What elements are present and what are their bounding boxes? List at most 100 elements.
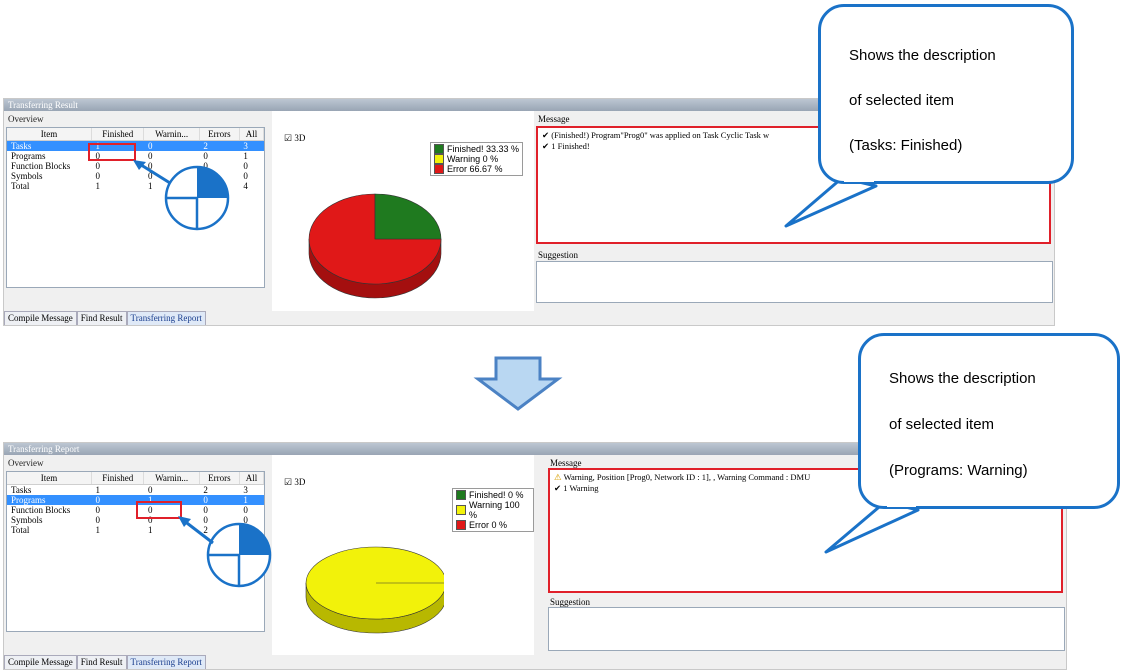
3d-checkbox-label: 3D — [294, 133, 306, 143]
callout-line: Shows the description — [889, 370, 1036, 387]
legend-swatch-warning — [456, 505, 466, 515]
highlight-box — [136, 501, 182, 519]
callout-line: Shows the description — [849, 47, 996, 64]
tab-transferring-report[interactable]: Transferring Report — [126, 311, 206, 325]
cell: 1 — [95, 525, 101, 535]
cell: 2 — [203, 181, 208, 191]
warning-icon: ⚠ — [554, 472, 562, 482]
cell: 3 — [239, 140, 264, 151]
cell: 0 — [147, 161, 153, 171]
overview-label: Overview — [8, 458, 44, 468]
table-row[interactable]: Function Blocks 0 0 0 0 — [7, 161, 264, 171]
overview-label: Overview — [8, 114, 44, 124]
legend-warning: Warning 100 % — [468, 500, 520, 520]
tab-transferring-report[interactable]: Transferring Report — [126, 655, 206, 669]
3d-checkbox[interactable]: ☑ 3D — [284, 133, 305, 144]
col-finished[interactable]: Finished — [91, 128, 145, 141]
col-all[interactable]: All — [239, 472, 265, 485]
col-errors[interactable]: Errors — [199, 128, 240, 141]
cell: 0 — [203, 515, 208, 525]
cell: 0 — [95, 161, 101, 171]
tab-find-result[interactable]: Find Result — [76, 311, 127, 325]
legend-swatch-error — [434, 164, 444, 174]
pie-chart-area: ☑ 3D Finished! 33.33 % Warning 0 % Error… — [272, 111, 534, 311]
3d-checkbox-label: 3D — [294, 477, 306, 487]
cell: Programs — [11, 151, 46, 161]
bottom-tabs: Compile Message Find Result Transferring… — [4, 655, 206, 669]
cell: Symbols — [11, 515, 43, 525]
cell: 0 — [243, 505, 248, 515]
pie-slice-finished — [374, 193, 442, 240]
cell: Total — [11, 181, 30, 191]
cell: Programs — [7, 495, 92, 505]
cell: 2 — [203, 485, 208, 495]
cell: Symbols — [11, 171, 43, 181]
suggestion-box[interactable] — [536, 261, 1053, 303]
callout-top: Shows the description of selected item (… — [818, 4, 1074, 184]
cell: 0 — [203, 161, 208, 171]
col-item[interactable]: Item — [7, 472, 92, 485]
cell: 0 — [203, 505, 208, 515]
legend-swatch-error — [456, 520, 466, 530]
col-warning[interactable]: Warnin... — [143, 128, 200, 141]
cell: Function Blocks — [11, 505, 71, 515]
legend-error: Error 0 % — [469, 520, 508, 530]
cell: 2 — [203, 525, 208, 535]
3d-checkbox[interactable]: ☑ 3D — [284, 477, 305, 488]
cell: 1 — [95, 485, 101, 495]
cell: 0 — [95, 171, 101, 181]
cell: 0 — [243, 515, 248, 525]
message-label: Message — [550, 458, 582, 468]
chart-legend: Finished! 0 % Warning 100 % Error 0 % — [452, 488, 534, 532]
cell: 1 — [147, 525, 153, 535]
overview-grid[interactable]: Item Finished Warnin... Errors All Tasks… — [6, 471, 265, 632]
cell: 0 — [243, 171, 248, 181]
cell: 0 — [203, 171, 208, 181]
cell: Tasks — [11, 485, 32, 495]
table-row[interactable]: Symbols 0 0 0 0 — [7, 171, 264, 181]
cell: Total — [11, 525, 30, 535]
tab-compile-message[interactable]: Compile Message — [4, 655, 77, 669]
highlight-box — [88, 143, 136, 161]
cell: 0 — [147, 151, 153, 161]
cell: Function Blocks — [11, 161, 71, 171]
pie-chart — [305, 546, 444, 634]
legend-error: Error 66.67 % — [447, 164, 503, 174]
suggestion-label: Suggestion — [538, 250, 579, 260]
message-label: Message — [538, 114, 570, 124]
table-row[interactable]: Total 1 1 2 4 — [7, 181, 264, 191]
cell: 2 — [199, 140, 240, 151]
col-warning[interactable]: Warnin... — [143, 472, 200, 485]
tab-compile-message[interactable]: Compile Message — [4, 311, 77, 325]
cell: 0 — [243, 161, 248, 171]
table-row[interactable]: Total 1 1 2 4 — [7, 525, 264, 535]
callout-line: (Tasks: Finished) — [849, 137, 963, 154]
cell: 1 — [147, 181, 153, 191]
suggestion-box[interactable] — [548, 607, 1065, 651]
callout-bottom: Shows the description of selected item (… — [858, 333, 1120, 509]
cell: 0 — [147, 485, 153, 495]
col-finished[interactable]: Finished — [91, 472, 145, 485]
legend-finished: Finished! 0 % — [469, 490, 524, 500]
callout-line: of selected item — [889, 416, 995, 433]
cell: 4 — [243, 181, 248, 191]
message-text: Warning, Position [Prog0, Network ID : 1… — [563, 472, 811, 482]
legend-warning: Warning 0 % — [447, 154, 499, 164]
cell: 0 — [203, 151, 208, 161]
cell: 0 — [143, 140, 200, 151]
tab-find-result[interactable]: Find Result — [76, 655, 127, 669]
col-item[interactable]: Item — [7, 128, 92, 141]
col-all[interactable]: All — [239, 128, 265, 141]
cell: 0 — [199, 495, 240, 505]
col-errors[interactable]: Errors — [199, 472, 240, 485]
cell: 0 — [147, 171, 153, 181]
callout-line: (Programs: Warning) — [889, 462, 1028, 479]
table-row[interactable]: Tasks 1 0 2 3 — [7, 485, 264, 495]
bottom-tabs: Compile Message Find Result Transferring… — [4, 311, 206, 325]
pie-chart — [308, 193, 442, 299]
legend-swatch-warning — [434, 154, 444, 164]
cell: 1 — [95, 181, 101, 191]
chart-legend: Finished! 33.33 % Warning 0 % Error 66.6… — [430, 142, 524, 176]
cell: Tasks — [7, 140, 92, 151]
cell: 1 — [243, 151, 248, 161]
